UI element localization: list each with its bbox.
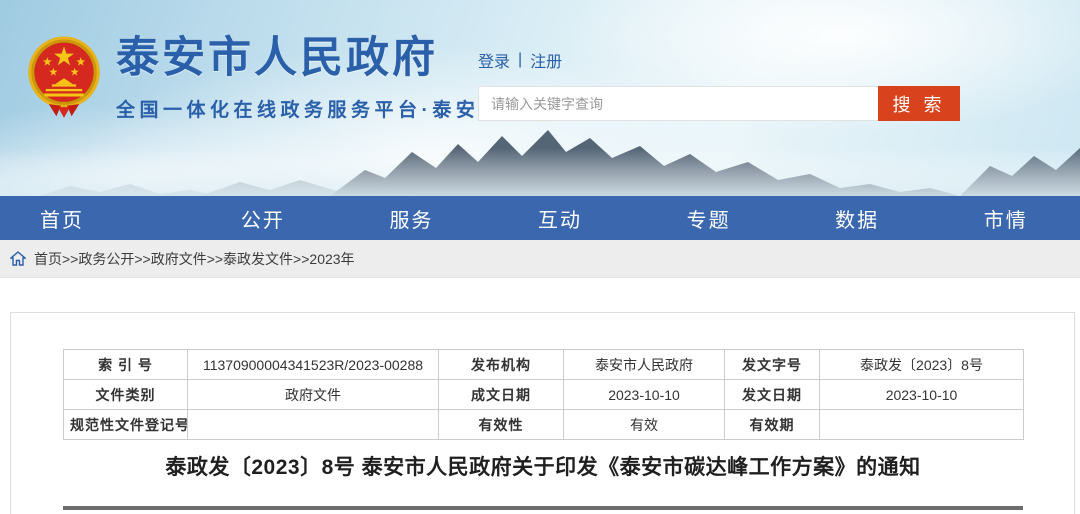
index-number-label: 索 引 号 [64, 350, 188, 380]
nav-item-interact[interactable]: 互动 [486, 196, 635, 240]
valid-period-label: 有效期 [725, 410, 820, 440]
index-number-value: 11370900004341523R/2023-00288 [188, 350, 439, 380]
doc-number-label: 发文字号 [725, 350, 820, 380]
reg-number-value [188, 410, 439, 440]
doc-info-table: 索 引 号 11370900004341523R/2023-00288 发布机构… [63, 349, 1024, 440]
nav-item-topics[interactable]: 专题 [634, 196, 783, 240]
reg-number-label: 规范性文件登记号 [64, 410, 188, 440]
table-row: 文件类别 政府文件 成文日期 2023-10-10 发文日期 2023-10-1… [64, 380, 1024, 410]
nav-item-cityinfo[interactable]: 市情 [931, 196, 1080, 240]
header-right: 登录 | 注册 搜 索 [478, 48, 960, 121]
site-header: 泰安市人民政府 全国一体化在线政务服务平台·泰安 登录 | 注册 搜 索 [0, 0, 1080, 196]
site-title: 泰安市人民政府 [116, 34, 479, 83]
site-brand[interactable]: 泰安市人民政府 全国一体化在线政务服务平台·泰安 [26, 34, 479, 122]
nav-item-public[interactable]: 公开 [189, 196, 338, 240]
doc-category-label: 文件类别 [64, 380, 188, 410]
validity-value: 有效 [564, 410, 725, 440]
page: 泰安市人民政府 全国一体化在线政务服务平台·泰安 登录 | 注册 搜 索 首页 … [0, 0, 1080, 514]
issue-date-value: 2023-10-10 [820, 380, 1024, 410]
written-date-label: 成文日期 [439, 380, 564, 410]
table-row: 索 引 号 11370900004341523R/2023-00288 发布机构… [64, 350, 1024, 380]
validity-label: 有效性 [439, 410, 564, 440]
brand-text: 泰安市人民政府 全国一体化在线政务服务平台·泰安 [116, 34, 479, 122]
issue-date-label: 发文日期 [725, 380, 820, 410]
document-title: 泰政发〔2023〕8号 泰安市人民政府关于印发《泰安市碳达峰工作方案》的通知 [63, 451, 1023, 481]
written-date-value: 2023-10-10 [564, 380, 725, 410]
valid-period-value [820, 410, 1024, 440]
auth-links: 登录 | 注册 [478, 48, 960, 72]
issuing-org-value: 泰安市人民政府 [564, 350, 725, 380]
content-area: 索 引 号 11370900004341523R/2023-00288 发布机构… [0, 278, 1080, 514]
auth-separator: | [518, 51, 522, 69]
document-card: 索 引 号 11370900004341523R/2023-00288 发布机构… [10, 312, 1075, 514]
breadcrumb: 首页>>政务公开>>政府文件>>泰政发文件>>2023年 [0, 240, 1080, 278]
site-tagline: 全国一体化在线政务服务平台·泰安 [116, 95, 479, 122]
login-link[interactable]: 登录 [478, 48, 510, 72]
nav-item-services[interactable]: 服务 [337, 196, 486, 240]
document-divider [63, 506, 1023, 510]
issuing-org-label: 发布机构 [439, 350, 564, 380]
national-emblem-logo [26, 34, 102, 118]
main-nav: 首页 公开 服务 互动 专题 数据 市情 [0, 196, 1080, 240]
breadcrumb-trail[interactable]: 首页>>政务公开>>政府文件>>泰政发文件>>2023年 [34, 249, 355, 269]
doc-category-value: 政府文件 [188, 380, 439, 410]
mountain-banner-image [0, 118, 1080, 196]
nav-item-data[interactable]: 数据 [783, 196, 932, 240]
table-row: 规范性文件登记号 有效性 有效 有效期 [64, 410, 1024, 440]
nav-item-home[interactable]: 首页 [0, 196, 189, 240]
search-input[interactable] [478, 86, 878, 121]
search-bar: 搜 索 [478, 86, 960, 121]
register-link[interactable]: 注册 [530, 48, 562, 72]
home-icon[interactable] [10, 251, 26, 266]
doc-number-value: 泰政发〔2023〕8号 [820, 350, 1024, 380]
search-button[interactable]: 搜 索 [878, 86, 960, 121]
